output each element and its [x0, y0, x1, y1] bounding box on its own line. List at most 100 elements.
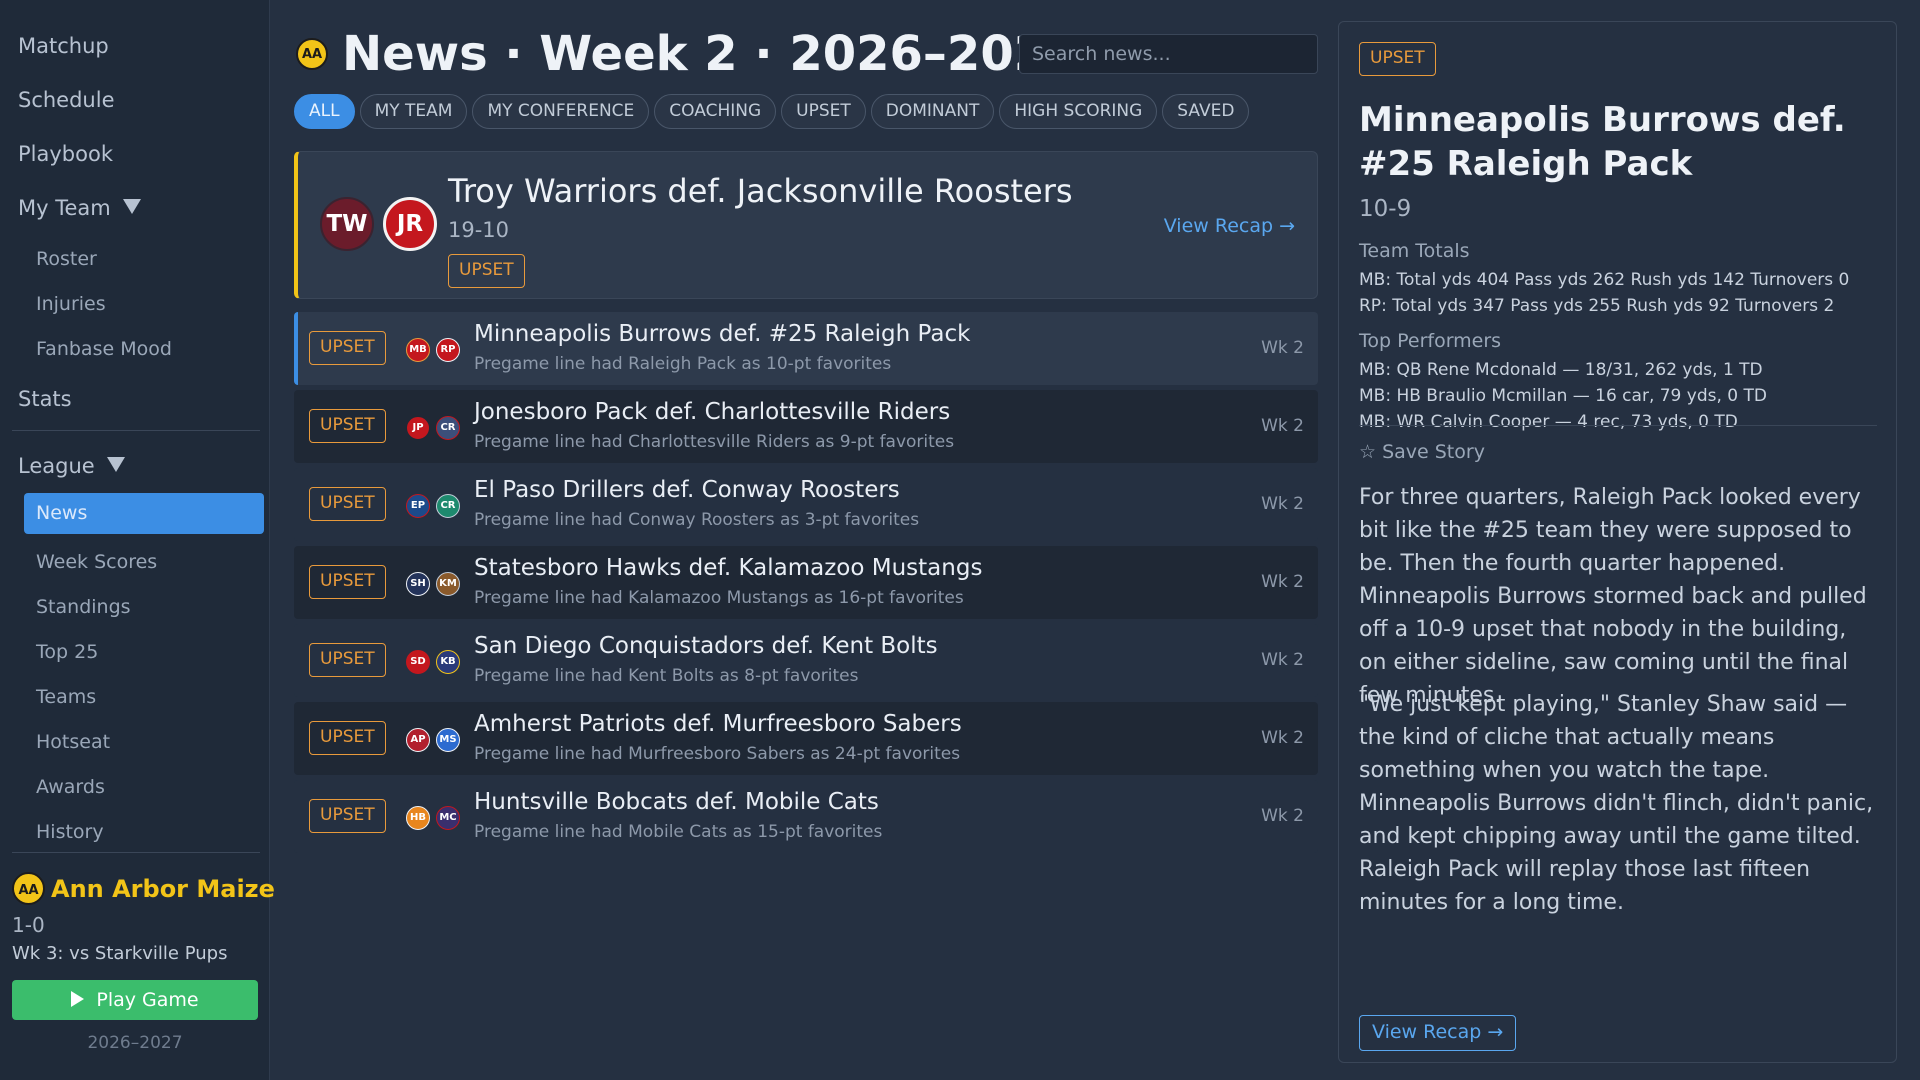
nav-playbook[interactable]: Playbook — [18, 142, 113, 166]
detail-divider — [1359, 425, 1877, 426]
team-logo-b: MS — [436, 728, 460, 752]
story-row[interactable]: UPSET EP CR El Paso Drillers def. Conway… — [294, 468, 1318, 541]
top-performers-heading: Top Performers — [1359, 330, 1502, 352]
filter-upset[interactable]: UPSET — [781, 94, 866, 129]
nav-roster[interactable]: Roster — [36, 248, 97, 270]
team-name: Ann Arbor Maize — [51, 874, 275, 903]
story-row[interactable]: UPSET MB RP Minneapolis Burrows def. #25… — [294, 312, 1318, 385]
team-logo: AA — [296, 38, 328, 70]
team-logo-a: EP — [406, 494, 430, 518]
nav-hotseat[interactable]: Hotseat — [36, 731, 110, 753]
upset-badge: UPSET — [309, 487, 386, 521]
team-totals-line: RP: Total yds 347 Pass yds 255 Rush yds … — [1359, 296, 1835, 316]
team-logo-a: SH — [406, 572, 430, 596]
story-week: Wk 2 — [1261, 494, 1304, 514]
story-week: Wk 2 — [1261, 650, 1304, 670]
story-row[interactable]: UPSET SH KM Statesboro Hawks def. Kalama… — [294, 546, 1318, 619]
team-record: 1-0 — [12, 913, 45, 937]
upset-badge: UPSET — [448, 254, 525, 288]
upset-badge: UPSET — [309, 721, 386, 755]
story-subtitle: Pregame line had Kalamazoo Mustangs as 1… — [474, 588, 964, 608]
team-logo-a: MB — [406, 338, 430, 362]
sidebar-divider — [12, 430, 260, 431]
upset-badge: UPSET — [309, 331, 386, 365]
team-logo-b: KM — [436, 572, 460, 596]
team-logo-a: HB — [406, 806, 430, 830]
team-logo-tw: TW — [320, 197, 374, 251]
featured-score: 19-10 — [448, 218, 510, 242]
performer-line: MB: HB Braulio Mcmillan — 16 car, 79 yds… — [1359, 386, 1767, 406]
nav-league[interactable]: League — [18, 454, 125, 478]
filter-dominant[interactable]: DOMINANT — [870, 94, 995, 129]
story-subtitle: Pregame line had Mobile Cats as 15-pt fa… — [474, 822, 883, 842]
team-logo-b: MC — [436, 806, 460, 830]
my-team-card: AA Ann Arbor Maize — [12, 872, 275, 905]
filter-all[interactable]: ALL — [294, 94, 355, 129]
story-week: Wk 2 — [1261, 338, 1304, 358]
performer-line: MB: WR Calvin Cooper — 4 rec, 73 yds, 0 … — [1359, 412, 1738, 432]
story-week: Wk 2 — [1261, 416, 1304, 436]
nav-my-team[interactable]: My Team — [18, 196, 141, 220]
nav-stats[interactable]: Stats — [18, 387, 72, 411]
nav-schedule[interactable]: Schedule — [18, 88, 115, 112]
nav-news-label: News — [36, 502, 88, 524]
page-title-text: News · Week 2 · 2026–2027 — [342, 26, 1081, 82]
filter-saved[interactable]: SAVED — [1162, 94, 1250, 129]
story-title: Amherst Patriots def. Murfreesboro Saber… — [474, 711, 962, 737]
nav-news[interactable]: News — [24, 493, 264, 534]
page-title: AA News · Week 2 · 2026–2027 — [296, 26, 1081, 82]
detail-score: 10-9 — [1359, 196, 1412, 222]
view-recap-link[interactable]: View Recap → — [1164, 215, 1295, 237]
filter-high-scoring[interactable]: HIGH SCORING — [999, 94, 1158, 129]
upset-badge: UPSET — [309, 565, 386, 599]
story-row[interactable]: UPSET SD KB San Diego Conquistadors def.… — [294, 624, 1318, 697]
nav-top-25[interactable]: Top 25 — [36, 641, 98, 663]
story-title: Huntsville Bobcats def. Mobile Cats — [474, 789, 879, 815]
team-logo: AA — [12, 872, 45, 905]
nav-matchup[interactable]: Matchup — [18, 34, 109, 58]
story-subtitle: Pregame line had Conway Roosters as 3-pt… — [474, 510, 920, 530]
filter-my-team[interactable]: MY TEAM — [359, 94, 468, 129]
season-label: 2026–2027 — [87, 1033, 183, 1053]
story-title: El Paso Drillers def. Conway Roosters — [474, 477, 900, 503]
filter-coaching[interactable]: COACHING — [654, 94, 777, 129]
nav-injuries[interactable]: Injuries — [36, 293, 106, 315]
story-row[interactable]: UPSET AP MS Amherst Patriots def. Murfre… — [294, 702, 1318, 775]
sidebar-divider — [12, 852, 260, 853]
play-game-button[interactable]: Play Game — [12, 980, 258, 1020]
story-week: Wk 2 — [1261, 728, 1304, 748]
upset-badge: UPSET — [309, 409, 386, 443]
story-title: Jonesboro Pack def. Charlottesville Ride… — [474, 399, 951, 425]
save-story-button[interactable]: ☆ Save Story — [1359, 441, 1485, 463]
next-game: Wk 3: vs Starkville Pups — [12, 943, 228, 964]
story-title: Minneapolis Burrows def. #25 Raleigh Pac… — [474, 321, 971, 347]
story-paragraph: For three quarters, Raleigh Pack looked … — [1359, 485, 1867, 708]
story-title: Statesboro Hawks def. Kalamazoo Mustangs — [474, 555, 983, 581]
team-logo-a: JP — [406, 416, 430, 440]
nav-standings[interactable]: Standings — [36, 596, 131, 618]
view-recap-button[interactable]: View Recap → — [1359, 1015, 1517, 1051]
filter-chips: ALL MY TEAM MY CONFERENCE COACHING UPSET DOMI… — [294, 94, 1254, 129]
nav-history[interactable]: History — [36, 821, 104, 843]
chevron-down-icon — [122, 199, 141, 214]
featured-story[interactable]: TW JR Troy Warriors def. Jacksonville Ro… — [294, 151, 1318, 299]
search-input[interactable] — [1019, 34, 1318, 74]
story-detail-panel: UPSET Minneapolis Burrows def. #25 Ralei… — [1338, 21, 1897, 1063]
team-logo-a: AP — [406, 728, 430, 752]
team-totals-heading: Team Totals — [1359, 240, 1470, 262]
nav-week-scores[interactable]: Week Scores — [36, 551, 157, 573]
team-logo-jr: JR — [383, 197, 437, 251]
story-row[interactable]: UPSET HB MC Huntsville Bobcats def. Mobi… — [294, 780, 1318, 853]
team-logo-b: RP — [436, 338, 460, 362]
story-paragraph: "We just kept playing," Stanley Shaw sai… — [1359, 692, 1874, 915]
nav-my-team-label: My Team — [18, 196, 111, 220]
upset-badge: UPSET — [1359, 42, 1436, 76]
nav-awards[interactable]: Awards — [36, 776, 105, 798]
nav-fanbase-mood[interactable]: Fanbase Mood — [36, 338, 172, 360]
chevron-down-icon — [106, 457, 125, 472]
filter-my-conference[interactable]: MY CONFERENCE — [472, 94, 650, 129]
nav-teams[interactable]: Teams — [36, 686, 96, 708]
play-game-label: Play Game — [96, 989, 199, 1011]
story-row[interactable]: UPSET JP CR Jonesboro Pack def. Charlott… — [294, 390, 1318, 463]
story-week: Wk 2 — [1261, 572, 1304, 592]
